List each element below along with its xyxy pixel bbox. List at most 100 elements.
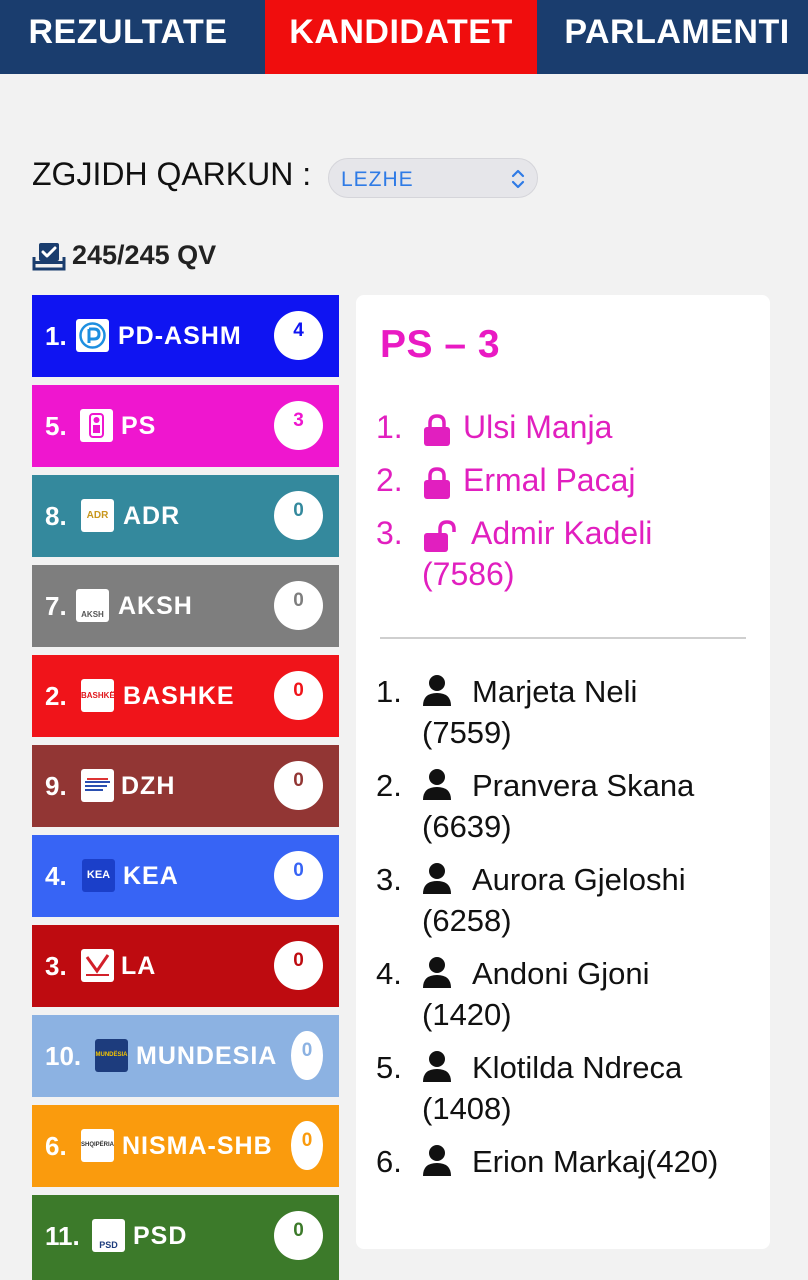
candidate-number: 5.: [376, 1050, 402, 1085]
candidates-card: PS – 3 1. Ulsi Manja 2. Ermal Pacaj 3. A…: [356, 295, 770, 1249]
party-name: ADR: [123, 502, 181, 530]
kea-logo: KEA: [82, 859, 115, 892]
party-number: 9.: [45, 771, 67, 801]
candidate-item: 5. Klotilda Ndreca (1408): [376, 1047, 756, 1129]
lock-closed-icon: [424, 467, 450, 499]
candidate-number: 1.: [376, 674, 402, 709]
candidate-number: 6.: [376, 1144, 402, 1179]
candidate-votes: (7586): [422, 556, 515, 592]
candidate-votes: (6639): [422, 809, 512, 844]
party-name: NISMA-SHB: [122, 1132, 273, 1160]
candidate-item: 3. Aurora Gjeloshi (6258): [376, 859, 756, 941]
divider: [380, 637, 746, 639]
pd-logo: [76, 319, 109, 352]
tab-kandidatet[interactable]: KANDIDATET: [265, 0, 537, 74]
seats-badge: 0: [274, 491, 323, 540]
person-icon: [423, 769, 451, 800]
party-name: KEA: [123, 862, 179, 890]
party-name: BASHKE: [123, 682, 235, 710]
adr-logo: ADR: [81, 499, 114, 532]
candidate-number: 4.: [376, 956, 402, 991]
party-number: 6.: [45, 1131, 67, 1161]
party-name: PS: [121, 412, 157, 440]
party-name: AKSH: [118, 592, 193, 620]
party-row-adr[interactable]: 8. ADR ADR 0: [32, 475, 339, 557]
party-number: 1.: [45, 321, 67, 351]
candidate-name: Aurora Gjeloshi: [472, 862, 686, 897]
ballot-box-check-icon: [32, 243, 66, 271]
seats-badge: 0: [274, 851, 323, 900]
region-select[interactable]: LEZHE: [328, 158, 538, 198]
seats-badge: 3: [274, 401, 323, 450]
party-row-ps[interactable]: 5. PS 3: [32, 385, 339, 467]
party-number: 5.: [45, 411, 67, 441]
party-number: 7.: [45, 591, 67, 621]
seats-badge: 4: [274, 311, 323, 360]
top-navigation: REZULTATE KANDIDATET PARLAMENTI: [0, 0, 808, 74]
seats-badge: 0: [291, 1031, 323, 1080]
party-name: LA: [121, 952, 157, 980]
person-icon: [423, 675, 451, 706]
aksh-logo: AKSH: [76, 589, 109, 622]
party-row-mundesia[interactable]: 10. MUNDËSIA MUNDESIA 0: [32, 1015, 339, 1097]
party-row-kea[interactable]: KEA 4. KEA 0: [32, 835, 339, 917]
party-row-pd-ashm[interactable]: 1. PD-ASHM 4: [32, 295, 339, 377]
region-label: ZGJIDH QARKUN :: [32, 156, 312, 192]
seats-badge: 0: [274, 671, 323, 720]
tab-rezultate[interactable]: REZULTATE: [0, 0, 256, 74]
candidate-name: Admir Kadeli: [471, 515, 653, 551]
party-row-bashke[interactable]: 2. BASHKË BASHKE 0: [32, 655, 339, 737]
seats-badge: 0: [274, 581, 323, 630]
seats-badge: 0: [274, 761, 323, 810]
party-name: MUNDESIA: [136, 1042, 278, 1070]
candidate-votes: (1408): [422, 1091, 512, 1126]
candidate-number: 1.: [376, 409, 403, 445]
candidate-item: 6. Erion Markaj (420): [376, 1141, 756, 1182]
candidate-item: 4. Andoni Gjoni (1420): [376, 953, 756, 1035]
candidate-name: Ermal Pacaj: [463, 462, 636, 498]
candidate-item: 1. Marjeta Neli (7559): [376, 671, 756, 753]
elected-candidate: 3. Admir Kadeli (7586): [376, 513, 756, 595]
candidate-item: 2. Pranvera Skana (6639): [376, 765, 756, 847]
person-icon: [423, 1051, 451, 1082]
party-name: PD-ASHM: [118, 322, 242, 350]
region-selected-value: LEZHE: [341, 168, 414, 191]
party-number: 8.: [45, 501, 67, 531]
candidate-name: Klotilda Ndreca: [472, 1050, 683, 1085]
candidate-number: 2.: [376, 768, 402, 803]
party-row-dzh[interactable]: 9. DZH 0: [32, 745, 339, 827]
lock-closed-icon: [424, 414, 450, 446]
candidate-name: Marjeta Neli: [472, 674, 638, 709]
candidate-name: Andoni Gjoni: [472, 956, 650, 991]
tab-parlamenti[interactable]: PARLAMENTI: [546, 0, 808, 74]
party-number: 10.: [45, 1041, 82, 1071]
person-icon: [423, 1145, 451, 1176]
party-name: PSD: [133, 1222, 188, 1250]
party-row-aksh[interactable]: 7. AKSH AKSH 0: [32, 565, 339, 647]
candidate-name: Pranvera Skana: [472, 768, 695, 803]
seats-badge: 0: [274, 941, 323, 990]
seats-badge: 0: [291, 1121, 323, 1170]
polling-stations-count: 245/245 QV: [72, 240, 217, 270]
seats-badge: 0: [274, 1211, 323, 1260]
party-row-psd[interactable]: 11. PSD PSD 0: [32, 1195, 339, 1280]
party-number: 4.: [45, 861, 67, 891]
candidate-number: 3.: [376, 515, 403, 551]
psd-logo: PSD: [92, 1219, 125, 1252]
lock-open-icon: [424, 520, 456, 552]
party-row-la[interactable]: 3. LA 0: [32, 925, 339, 1007]
candidate-name: Erion Markaj: [472, 1144, 646, 1179]
candidate-votes: (6258): [422, 903, 512, 938]
candidate-number: 2.: [376, 462, 403, 498]
candidate-votes: (420): [646, 1144, 719, 1179]
elected-candidate: 1. Ulsi Manja: [376, 407, 756, 448]
chevron-up-down-icon: [511, 169, 525, 189]
party-number: 2.: [45, 681, 67, 711]
candidate-votes: (7559): [422, 715, 512, 750]
elected-candidate: 2. Ermal Pacaj: [376, 460, 756, 501]
party-name: DZH: [121, 772, 176, 800]
person-icon: [423, 957, 451, 988]
candidate-number: 3.: [376, 862, 402, 897]
la-logo: [81, 949, 114, 982]
party-row-nisma-shb[interactable]: 6. SHQIPËRIA NISMA-SHB 0: [32, 1105, 339, 1187]
